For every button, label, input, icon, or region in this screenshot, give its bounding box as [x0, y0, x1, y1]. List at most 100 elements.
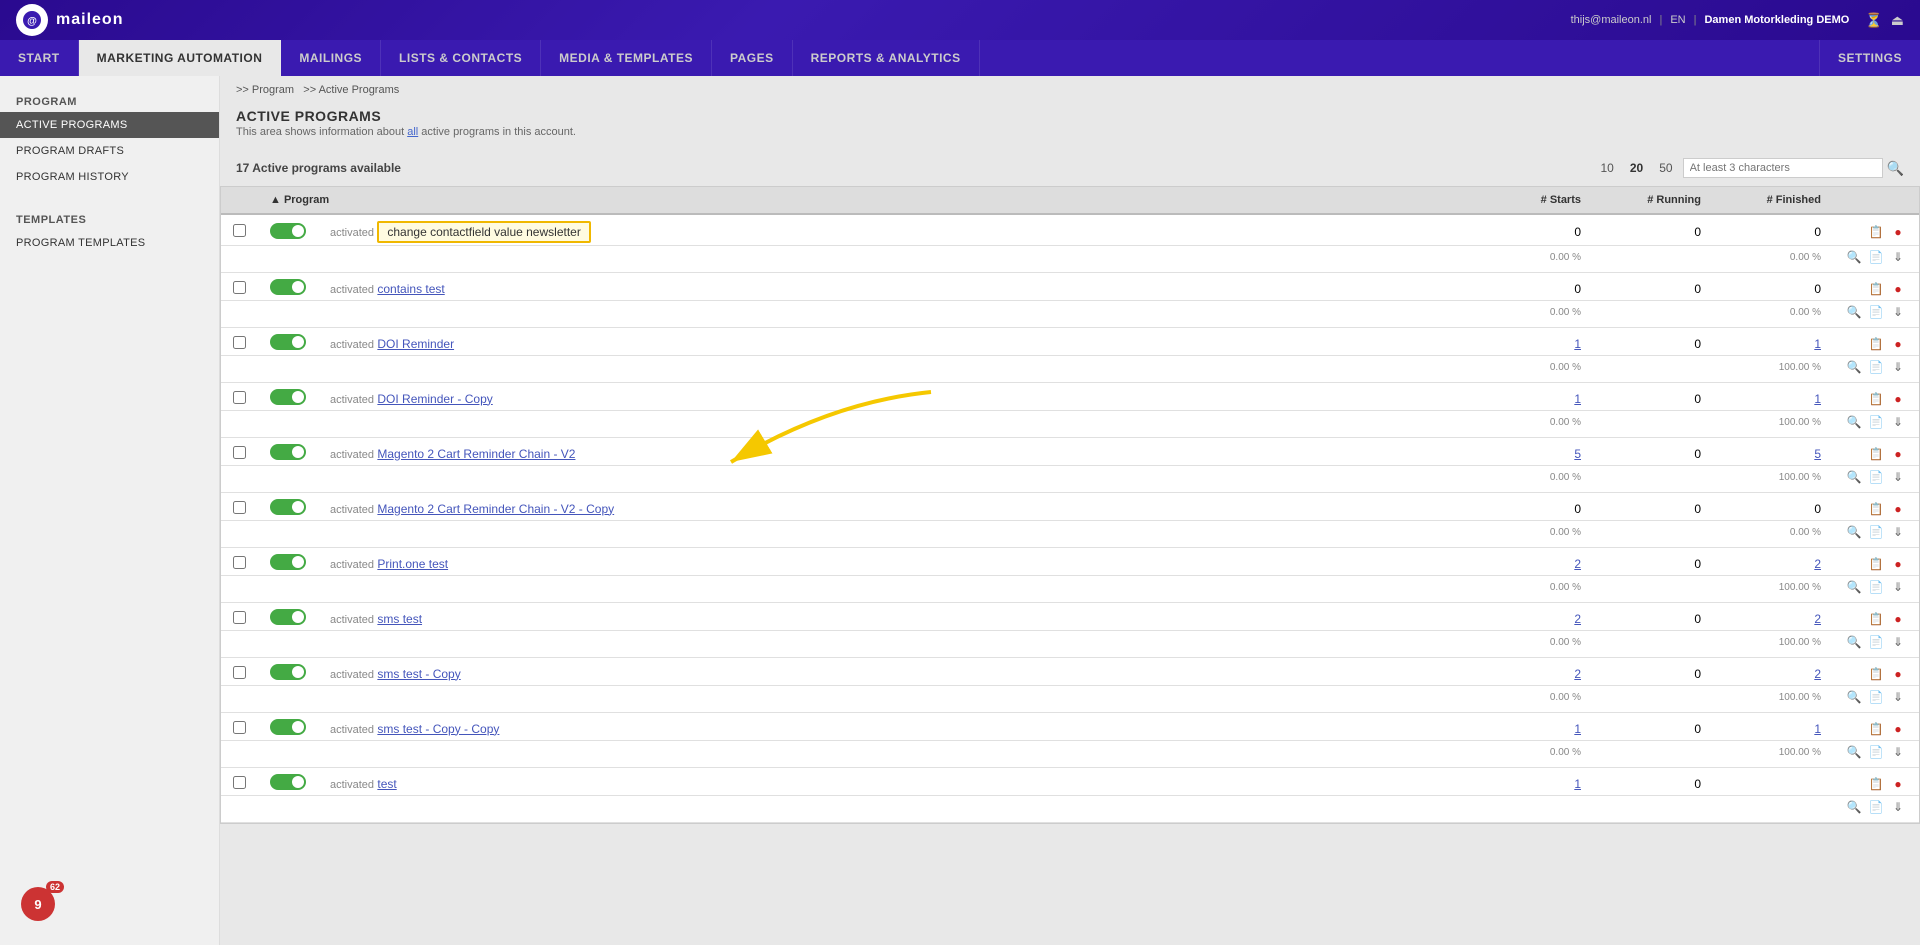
th-finished[interactable]: # Finished [1713, 187, 1833, 214]
report-icon-11[interactable]: 📄 [1867, 798, 1885, 816]
program-link-7[interactable]: Print.one test [377, 557, 448, 571]
download-icon-2[interactable]: ⇓ [1889, 303, 1907, 321]
magnify-icon-11[interactable]: 🔍 [1845, 798, 1863, 816]
toggle-switch-9[interactable] [270, 664, 306, 680]
toggle-switch-3[interactable] [270, 334, 306, 350]
copy-icon-9[interactable]: 📋 [1867, 665, 1885, 683]
starts-link-4[interactable]: 1 [1574, 392, 1581, 406]
stop-icon-5[interactable]: ● [1889, 445, 1907, 463]
search-button[interactable]: 🔍 [1887, 160, 1904, 177]
power-icon[interactable]: ⏏ [1891, 12, 1904, 29]
finished-link-7[interactable]: 2 [1814, 557, 1821, 571]
magnify-icon-4[interactable]: 🔍 [1845, 413, 1863, 431]
download-icon-7[interactable]: ⇓ [1889, 578, 1907, 596]
finished-link-8[interactable]: 2 [1814, 612, 1821, 626]
program-link-4[interactable]: DOI Reminder - Copy [377, 392, 492, 406]
copy-icon-8[interactable]: 📋 [1867, 610, 1885, 628]
report-icon-6[interactable]: 📄 [1867, 523, 1885, 541]
checkbox-5[interactable] [233, 446, 246, 459]
stop-icon-10[interactable]: ● [1889, 720, 1907, 738]
copy-icon-7[interactable]: 📋 [1867, 555, 1885, 573]
download-icon-6[interactable]: ⇓ [1889, 523, 1907, 541]
copy-icon-11[interactable]: 📋 [1867, 775, 1885, 793]
download-icon-1[interactable]: ⇓ [1889, 248, 1907, 266]
clock-icon[interactable]: ⏳ [1865, 12, 1882, 29]
program-link-10[interactable]: sms test - Copy - Copy [377, 722, 499, 736]
program-link-5[interactable]: Magento 2 Cart Reminder Chain - V2 [377, 447, 575, 461]
stop-icon-2[interactable]: ● [1889, 280, 1907, 298]
copy-icon-10[interactable]: 📋 [1867, 720, 1885, 738]
stop-icon-8[interactable]: ● [1889, 610, 1907, 628]
nav-mailings[interactable]: MAILINGS [281, 40, 381, 76]
sidebar-item-program-drafts[interactable]: PROGRAM DRAFTS [0, 138, 219, 164]
report-icon-7[interactable]: 📄 [1867, 578, 1885, 596]
finished-link-3[interactable]: 1 [1814, 337, 1821, 351]
program-link-8[interactable]: sms test [377, 612, 422, 626]
stop-icon-6[interactable]: ● [1889, 500, 1907, 518]
magnify-icon-5[interactable]: 🔍 [1845, 468, 1863, 486]
toggle-switch-4[interactable] [270, 389, 306, 405]
page-size-50[interactable]: 50 [1653, 159, 1678, 177]
sidebar-item-program-templates[interactable]: PROGRAM TEMPLATES [0, 230, 219, 256]
nav-pages[interactable]: PAGES [712, 40, 793, 76]
finished-link-9[interactable]: 2 [1814, 667, 1821, 681]
notification-badge-container[interactable]: 9 62 [20, 886, 56, 925]
starts-link-9[interactable]: 2 [1574, 667, 1581, 681]
starts-link-11[interactable]: 1 [1574, 777, 1581, 791]
toggle-switch-8[interactable] [270, 609, 306, 625]
row-checkbox[interactable] [221, 214, 258, 246]
toggle-switch-6[interactable] [270, 499, 306, 515]
page-size-10[interactable]: 10 [1594, 159, 1619, 177]
toggle-switch-2[interactable] [270, 279, 306, 295]
magnify-icon-9[interactable]: 🔍 [1845, 688, 1863, 706]
magnify-icon-7[interactable]: 🔍 [1845, 578, 1863, 596]
checkbox-8[interactable] [233, 611, 246, 624]
starts-link-3[interactable]: 1 [1574, 337, 1581, 351]
stop-icon-4[interactable]: ● [1889, 390, 1907, 408]
nav-start[interactable]: START [0, 40, 79, 76]
checkbox-6[interactable] [233, 501, 246, 514]
program-link-6[interactable]: Magento 2 Cart Reminder Chain - V2 - Cop… [377, 502, 614, 516]
download-icon-9[interactable]: ⇓ [1889, 688, 1907, 706]
report-icon-10[interactable]: 📄 [1867, 743, 1885, 761]
magnify-icon-10[interactable]: 🔍 [1845, 743, 1863, 761]
checkbox-3[interactable] [233, 336, 246, 349]
all-link[interactable]: all [407, 126, 418, 138]
th-running[interactable]: # Running [1593, 187, 1713, 214]
report-icon-9[interactable]: 📄 [1867, 688, 1885, 706]
program-link-2[interactable]: contains test [377, 282, 444, 296]
copy-icon-4[interactable]: 📋 [1867, 390, 1885, 408]
magnify-icon-1[interactable]: 🔍 [1845, 248, 1863, 266]
report-icon-4[interactable]: 📄 [1867, 413, 1885, 431]
th-starts[interactable]: # Starts [1473, 187, 1593, 214]
checkbox-1[interactable] [233, 224, 246, 237]
stop-icon-11[interactable]: ● [1889, 775, 1907, 793]
copy-icon-3[interactable]: 📋 [1867, 335, 1885, 353]
toggle-switch-11[interactable] [270, 774, 306, 790]
download-icon-3[interactable]: ⇓ [1889, 358, 1907, 376]
toggle-switch-1[interactable] [270, 223, 306, 239]
report-icon-1[interactable]: 📄 [1867, 248, 1885, 266]
stop-icon-3[interactable]: ● [1889, 335, 1907, 353]
report-icon-3[interactable]: 📄 [1867, 358, 1885, 376]
report-icon-2[interactable]: 📄 [1867, 303, 1885, 321]
stop-icon-9[interactable]: ● [1889, 665, 1907, 683]
stop-icon-7[interactable]: ● [1889, 555, 1907, 573]
nav-media-templates[interactable]: MEDIA & TEMPLATES [541, 40, 712, 76]
magnify-icon-2[interactable]: 🔍 [1845, 303, 1863, 321]
finished-link-5[interactable]: 5 [1814, 447, 1821, 461]
breadcrumb-program[interactable]: >> Program [236, 84, 294, 96]
th-program[interactable]: ▲ Program [258, 187, 1473, 214]
copy-icon-2[interactable]: 📋 [1867, 280, 1885, 298]
download-icon-4[interactable]: ⇓ [1889, 413, 1907, 431]
sidebar-item-program-history[interactable]: PROGRAM HISTORY [0, 164, 219, 190]
sidebar-item-active-programs[interactable]: ACTIVE PROGRAMS [0, 112, 219, 138]
magnify-icon-6[interactable]: 🔍 [1845, 523, 1863, 541]
lang-link[interactable]: EN [1670, 14, 1685, 26]
report-icon-8[interactable]: 📄 [1867, 633, 1885, 651]
checkbox-11[interactable] [233, 776, 246, 789]
starts-link-10[interactable]: 1 [1574, 722, 1581, 736]
download-icon-5[interactable]: ⇓ [1889, 468, 1907, 486]
checkbox-7[interactable] [233, 556, 246, 569]
nav-settings[interactable]: SETTINGS [1819, 40, 1920, 76]
